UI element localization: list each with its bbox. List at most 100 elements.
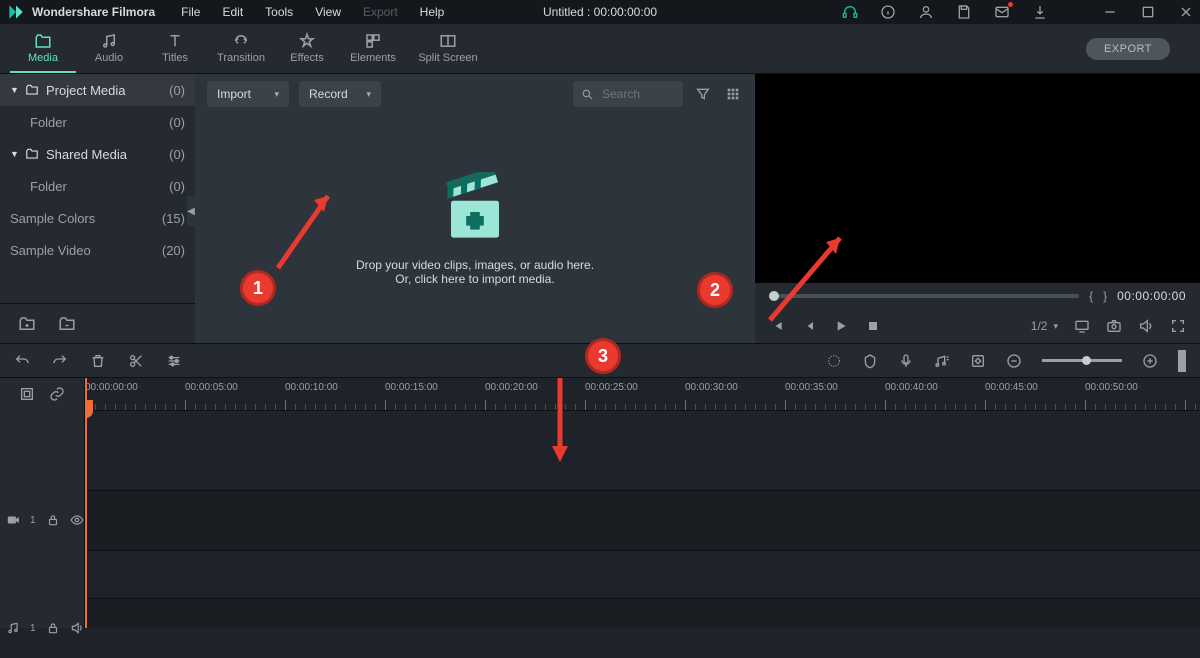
annotation-badge-2: 2 xyxy=(697,272,733,308)
voiceover-icon[interactable] xyxy=(898,353,914,369)
sidebar-item-folder-2[interactable]: Folder (0) xyxy=(0,170,195,202)
manage-tracks-icon[interactable] xyxy=(19,386,35,402)
zoom-out-icon[interactable] xyxy=(1006,353,1022,369)
snapshot-icon[interactable] xyxy=(1106,318,1122,334)
info-icon[interactable] xyxy=(880,4,896,20)
menu-file[interactable]: File xyxy=(181,5,200,19)
module-tabs: Media Audio Titles Transition Effects El… xyxy=(0,24,1200,74)
grid-view-icon[interactable] xyxy=(723,84,743,104)
tab-media[interactable]: Media xyxy=(10,25,76,73)
filter-icon[interactable] xyxy=(693,84,713,104)
drop-text-line2: Or, click here to import media. xyxy=(395,272,554,286)
delete-icon[interactable] xyxy=(90,353,106,369)
menu-bar: Wondershare Filmora File Edit Tools View… xyxy=(0,0,1200,24)
link-icon[interactable] xyxy=(49,386,65,402)
tab-transition-label: Transition xyxy=(217,52,265,64)
tab-effects-label: Effects xyxy=(290,52,323,64)
ruler-label: 00:00:25:00 xyxy=(585,382,638,393)
minimize-icon[interactable] xyxy=(1102,4,1118,20)
download-icon[interactable] xyxy=(1032,4,1048,20)
volume-icon[interactable] xyxy=(1138,318,1154,334)
lock-icon[interactable] xyxy=(46,621,60,635)
sidebar-count: (0) xyxy=(169,147,185,162)
menu-help[interactable]: Help xyxy=(420,5,445,19)
playhead[interactable] xyxy=(85,378,87,628)
tab-effects[interactable]: Effects xyxy=(274,25,340,73)
sidebar-item-folder[interactable]: Folder (0) xyxy=(0,106,195,138)
display-icon[interactable] xyxy=(1074,318,1090,334)
mark-out-icon[interactable]: } xyxy=(1103,289,1107,303)
search-field[interactable] xyxy=(573,81,683,107)
audio-track-icon xyxy=(6,621,20,635)
delete-folder-icon[interactable] xyxy=(58,315,76,333)
tab-elements[interactable]: Elements xyxy=(340,25,406,73)
audio-track-1[interactable] xyxy=(85,598,1200,628)
video-track-1[interactable] xyxy=(85,490,1200,550)
document-title: Untitled : 00:00:00:00 xyxy=(543,5,657,19)
mail-icon[interactable] xyxy=(994,4,1010,20)
menu-tools[interactable]: Tools xyxy=(265,5,293,19)
new-folder-icon[interactable] xyxy=(18,315,36,333)
redo-icon[interactable] xyxy=(52,353,68,369)
ruler-label: 00:00:20:00 xyxy=(485,382,538,393)
audio-track-header[interactable]: 1 xyxy=(0,598,84,658)
menu-view[interactable]: View xyxy=(315,5,341,19)
ruler-label: 00:00:50:00 xyxy=(1085,382,1138,393)
audio-mixer-icon[interactable] xyxy=(934,353,950,369)
tab-audio[interactable]: Audio xyxy=(76,25,142,73)
ruler-label: 00:00:10:00 xyxy=(285,382,338,393)
timeline-empty-area[interactable] xyxy=(85,410,1200,490)
annotation-arrow-3 xyxy=(545,370,575,470)
tab-split-label: Split Screen xyxy=(418,52,477,64)
record-dropdown[interactable]: Record▾ xyxy=(299,81,381,107)
sidebar-count: (20) xyxy=(162,243,185,258)
zoom-to-fit-icon[interactable] xyxy=(1178,350,1186,372)
import-dropdown[interactable]: Import▾ xyxy=(207,81,289,107)
split-icon[interactable] xyxy=(128,353,144,369)
search-input[interactable] xyxy=(600,86,670,102)
marker-icon[interactable] xyxy=(862,353,878,369)
sidebar-item-shared-media[interactable]: ▼ Shared Media (0) xyxy=(0,138,195,170)
save-icon[interactable] xyxy=(956,4,972,20)
undo-icon[interactable] xyxy=(14,353,30,369)
chevron-down-icon: ▼ xyxy=(10,85,20,95)
render-icon[interactable] xyxy=(826,353,842,369)
fullscreen-icon[interactable] xyxy=(1170,318,1186,334)
timeline-ruler[interactable]: 00:00:00:0000:00:05:0000:00:10:0000:00:1… xyxy=(85,378,1200,410)
sidebar-item-sample-colors[interactable]: Sample Colors (15) xyxy=(0,202,195,234)
tab-titles[interactable]: Titles xyxy=(142,25,208,73)
sidebar-count: (0) xyxy=(169,83,185,98)
track-number: 1 xyxy=(30,623,36,634)
mute-icon[interactable] xyxy=(70,621,84,635)
zoom-in-icon[interactable] xyxy=(1142,353,1158,369)
app-title: Wondershare Filmora xyxy=(32,5,155,19)
ruler-label: 00:00:40:00 xyxy=(885,382,938,393)
menu-edit[interactable]: Edit xyxy=(222,5,243,19)
user-icon[interactable] xyxy=(918,4,934,20)
headset-icon[interactable] xyxy=(842,4,858,20)
keyframe-icon[interactable] xyxy=(970,353,986,369)
preview-timecode: 00:00:00:00 xyxy=(1117,289,1186,303)
sidebar-label: Folder xyxy=(30,179,169,194)
lock-icon[interactable] xyxy=(46,513,60,527)
sidebar-item-project-media[interactable]: ▼ Project Media (0) xyxy=(0,74,195,106)
playback-quality-dropdown[interactable]: 1/2▾ xyxy=(1031,319,1058,333)
maximize-icon[interactable] xyxy=(1140,4,1156,20)
search-icon xyxy=(581,88,594,101)
visibility-icon[interactable] xyxy=(70,513,84,527)
mark-in-icon[interactable]: { xyxy=(1089,289,1093,303)
close-icon[interactable] xyxy=(1178,4,1194,20)
annotation-arrow-2 xyxy=(760,220,860,330)
export-button[interactable]: EXPORT xyxy=(1086,38,1170,60)
tab-split-screen[interactable]: Split Screen xyxy=(406,25,490,73)
tab-transition[interactable]: Transition xyxy=(208,25,274,73)
sidebar-item-sample-video[interactable]: Sample Video (20) xyxy=(0,234,195,266)
track-number: 1 xyxy=(30,515,36,526)
stop-icon[interactable] xyxy=(865,318,881,334)
video-track-header[interactable]: 1 xyxy=(0,490,84,550)
menu-export[interactable]: Export xyxy=(363,5,398,19)
adjust-icon[interactable] xyxy=(166,353,182,369)
zoom-slider[interactable] xyxy=(1042,359,1122,362)
collapse-sidebar-button[interactable]: ◀ xyxy=(187,196,195,226)
drop-text-line1: Drop your video clips, images, or audio … xyxy=(356,258,594,272)
